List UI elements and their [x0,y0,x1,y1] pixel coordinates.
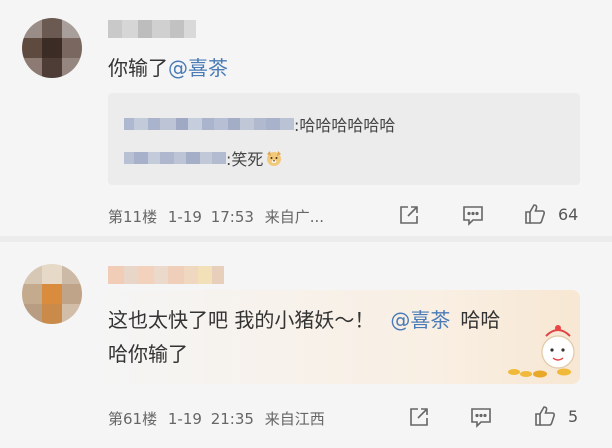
like-count: 5 [568,407,579,426]
reply-username-blurred[interactable] [124,151,226,165]
reply-text: :哈哈哈哈哈哈 [294,116,396,135]
share-icon[interactable] [394,200,424,230]
comment-date: 1-19 [167,410,202,428]
comment-icon[interactable] [466,402,496,432]
comment-text: 这也太快了吧 我的小猪妖～！ @喜茶 哈哈 [108,304,500,336]
comment-time: 21:35 [210,410,254,428]
comment-time: 17:53 [210,208,254,226]
reply-item[interactable]: :哈哈哈哈哈哈 [124,109,395,139]
comment-source: 来自广... [264,208,325,226]
share-icon[interactable] [404,402,434,432]
reply-item[interactable]: :笑死 [124,143,283,173]
username-blurred[interactable] [108,20,196,38]
reply-text: :笑死 [226,150,264,169]
dog-face-emoji [267,151,282,166]
like-icon[interactable] [530,401,560,431]
comment-text: 你输了@喜茶 [108,52,228,84]
comment-item: 这也太快了吧 我的小猪妖～！ @喜茶 哈哈 哈你输了 第61楼 1-19 21:35… [0,242,612,448]
floor-number: 第61楼 [108,410,158,428]
reply-username-blurred[interactable] [124,117,294,131]
comment-source: 来自江西 [264,410,325,428]
avatar[interactable] [22,264,82,324]
comment-text-body: 这也太快了吧 我的小猪妖～！ [108,308,375,332]
comment-text-line2: 哈你输了 [108,342,188,366]
mention-link[interactable]: @喜茶 [390,308,450,332]
comment-meta: 第11楼 1-19 17:53 来自广... [108,206,324,227]
mention-link[interactable]: @喜茶 [168,56,228,80]
comment-text-body: 你输了 [108,56,168,80]
floor-number: 第11楼 [108,208,158,226]
comment-text-tail: 哈哈 [460,308,501,332]
comment-icon[interactable] [458,200,488,230]
replies-box[interactable]: :哈哈哈哈哈哈 :笑死 [108,93,580,185]
avatar[interactable] [22,18,82,78]
comment-meta: 第61楼 1-19 21:35 来自江西 [108,408,325,429]
comment-item: 你输了@喜茶 :哈哈哈哈哈哈 :笑死 第11楼 1-19 17:53 来自广..… [0,0,612,236]
username-blurred[interactable] [108,266,224,284]
comment-date: 1-19 [167,208,202,226]
fortune-mascot-sticker [508,325,575,378]
like-count: 64 [558,205,579,224]
like-icon[interactable] [520,199,550,229]
